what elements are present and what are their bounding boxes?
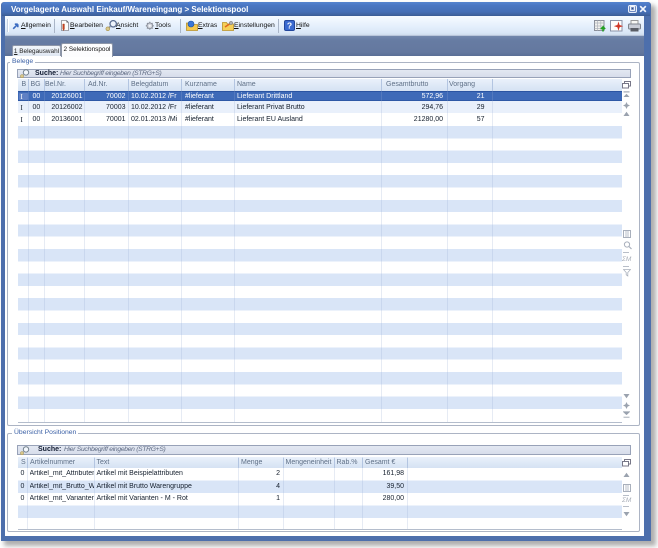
svg-text:?: ? bbox=[287, 21, 292, 31]
